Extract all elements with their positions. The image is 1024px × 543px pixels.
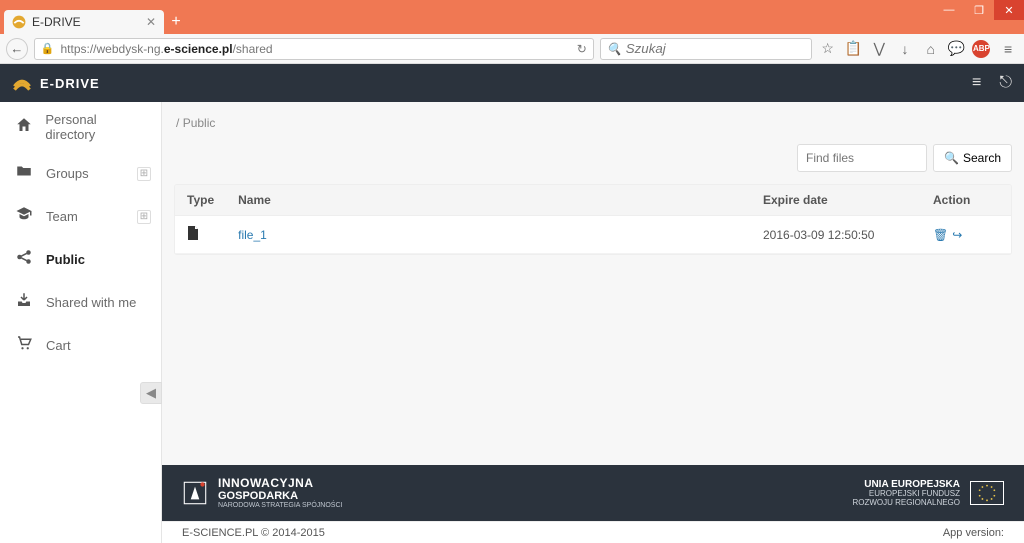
nav-back-button[interactable]: ← [6, 38, 28, 60]
browser-tab-strip: E-DRIVE ✕ + [0, 8, 1024, 34]
sidebar-item-team[interactable]: Team ⊞ [0, 195, 161, 238]
browser-tab[interactable]: E-DRIVE ✕ [4, 10, 164, 34]
home-icon[interactable]: ⌂ [921, 41, 941, 57]
sidebar-item-label: Public [46, 252, 85, 267]
tab-title: E-DRIVE [32, 15, 81, 29]
window-maximize-button[interactable]: ❐ [964, 0, 994, 20]
cell-type [175, 216, 226, 254]
tab-favicon-icon [12, 15, 26, 29]
address-bar[interactable]: 🔒 https://webdysk-ng.e-science.pl/shared… [34, 38, 594, 60]
logo-icon [12, 73, 32, 93]
app-logo[interactable]: E-DRIVE [12, 73, 100, 93]
new-tab-button[interactable]: + [164, 10, 188, 34]
browser-menu-icon[interactable]: ≡ [998, 41, 1018, 57]
search-button[interactable]: 🔍 Search [933, 144, 1012, 172]
inbox-icon [14, 291, 34, 314]
sidebar-item-shared-with-me[interactable]: Shared with me [0, 281, 161, 324]
grad-icon [14, 205, 34, 228]
home-icon [14, 116, 33, 139]
bookmark-star-icon[interactable]: ☆ [818, 40, 838, 57]
find-files-input[interactable] [797, 144, 927, 172]
clipboard-icon[interactable]: 📋 [844, 40, 864, 57]
window-minimize-button[interactable]: — [934, 0, 964, 20]
sidebar-item-label: Cart [46, 338, 71, 353]
browser-toolbar: ← 🔒 https://webdysk-ng.e-science.pl/shar… [0, 34, 1024, 64]
eu-flag-icon [970, 481, 1004, 505]
sidebar-add-icon[interactable]: ⊞ [137, 210, 151, 224]
app-header: E-DRIVE ≡ ⎋ [0, 64, 1024, 102]
window-close-button[interactable]: ✕ [994, 0, 1024, 20]
sidebar: Personal directory Groups ⊞ Team ⊞ Public Shar… [0, 102, 162, 543]
file-link[interactable]: file_1 [238, 228, 267, 242]
delete-icon[interactable]: 🗑 [933, 228, 948, 242]
col-type: Type [175, 185, 226, 216]
url-text: https://webdysk-ng.e-science.pl/shared [60, 42, 570, 56]
sidebar-item-cart[interactable]: Cart [0, 324, 161, 367]
abp-icon[interactable]: ABP [972, 40, 992, 58]
footer-light: E-SCIENCE.PL © 2014-2015 App version: [162, 521, 1024, 543]
search-button-label: Search [963, 151, 1001, 165]
footer-dark: INNOWACYJNA GOSPODARKA NARODOWA STRATEGI… [162, 465, 1024, 521]
pocket-icon[interactable]: ⋁ [869, 40, 889, 57]
col-name: Name [226, 185, 751, 216]
search-icon: 🔍 [607, 42, 622, 56]
folder-icon [14, 162, 34, 185]
tab-close-icon[interactable]: ✕ [146, 15, 156, 29]
sidebar-add-icon[interactable]: ⊞ [137, 167, 151, 181]
col-expire: Expire date [751, 185, 921, 216]
content-area: / Public 🔍 Search Type Name Expire d [162, 102, 1024, 543]
footer-eu-line3: ROZWOJU REGIONALNEGO [852, 499, 960, 508]
os-titlebar: — ❐ ✕ [0, 0, 1024, 8]
app-logout-icon[interactable]: ⎋ [999, 74, 1012, 92]
files-table: Type Name Expire date Action file_1 2016-… [175, 185, 1011, 254]
sidebar-item-label: Team [46, 209, 78, 224]
browser-search-box[interactable]: 🔍 [600, 38, 812, 60]
sidebar-item-label: Groups [46, 166, 89, 181]
sidebar-item-groups[interactable]: Groups ⊞ [0, 152, 161, 195]
cell-expire: 2016-03-09 12:50:50 [751, 216, 921, 254]
reload-icon[interactable]: ↻ [577, 42, 587, 56]
app-brand-label: E-DRIVE [40, 76, 100, 91]
footer-ig-line1: INNOWACYJNA [218, 477, 342, 490]
sidebar-item-label: Personal directory [45, 112, 147, 142]
share-icon [14, 248, 34, 271]
sidebar-item-public[interactable]: Public [0, 238, 161, 281]
app-menu-icon[interactable]: ≡ [972, 74, 981, 92]
cell-name: file_1 [226, 216, 751, 254]
file-icon [187, 226, 199, 240]
chat-icon[interactable]: 💬 [947, 40, 967, 57]
files-panel: Type Name Expire date Action file_1 2016-… [174, 184, 1012, 255]
footer-app-version-label: App version: [943, 527, 1004, 539]
col-action: Action [921, 185, 1011, 216]
tools-row: 🔍 Search [174, 144, 1012, 172]
lock-icon: 🔒 [41, 42, 55, 55]
share-arrow-icon[interactable]: ↪ [952, 228, 962, 242]
ig-logo-icon [182, 478, 208, 508]
cell-action: 🗑↪ [921, 216, 1011, 254]
cart-icon [14, 334, 34, 357]
breadcrumb: / Public [174, 112, 1012, 144]
magnifier-icon: 🔍 [944, 151, 959, 165]
sidebar-item-personal-directory[interactable]: Personal directory [0, 102, 161, 152]
browser-search-input[interactable] [626, 41, 805, 56]
table-row: file_12016-03-09 12:50:50🗑↪ [175, 216, 1011, 254]
sidebar-collapse-button[interactable]: ◀ [140, 382, 162, 404]
footer-ig-line2: GOSPODARKA [218, 490, 342, 502]
footer-ig-line3: NARODOWA STRATEGIA SPÓJNOŚCI [218, 502, 342, 510]
sidebar-item-label: Shared with me [46, 295, 136, 310]
footer-copyright: E-SCIENCE.PL © 2014-2015 [182, 527, 325, 539]
downloads-icon[interactable]: ↓ [895, 41, 915, 57]
